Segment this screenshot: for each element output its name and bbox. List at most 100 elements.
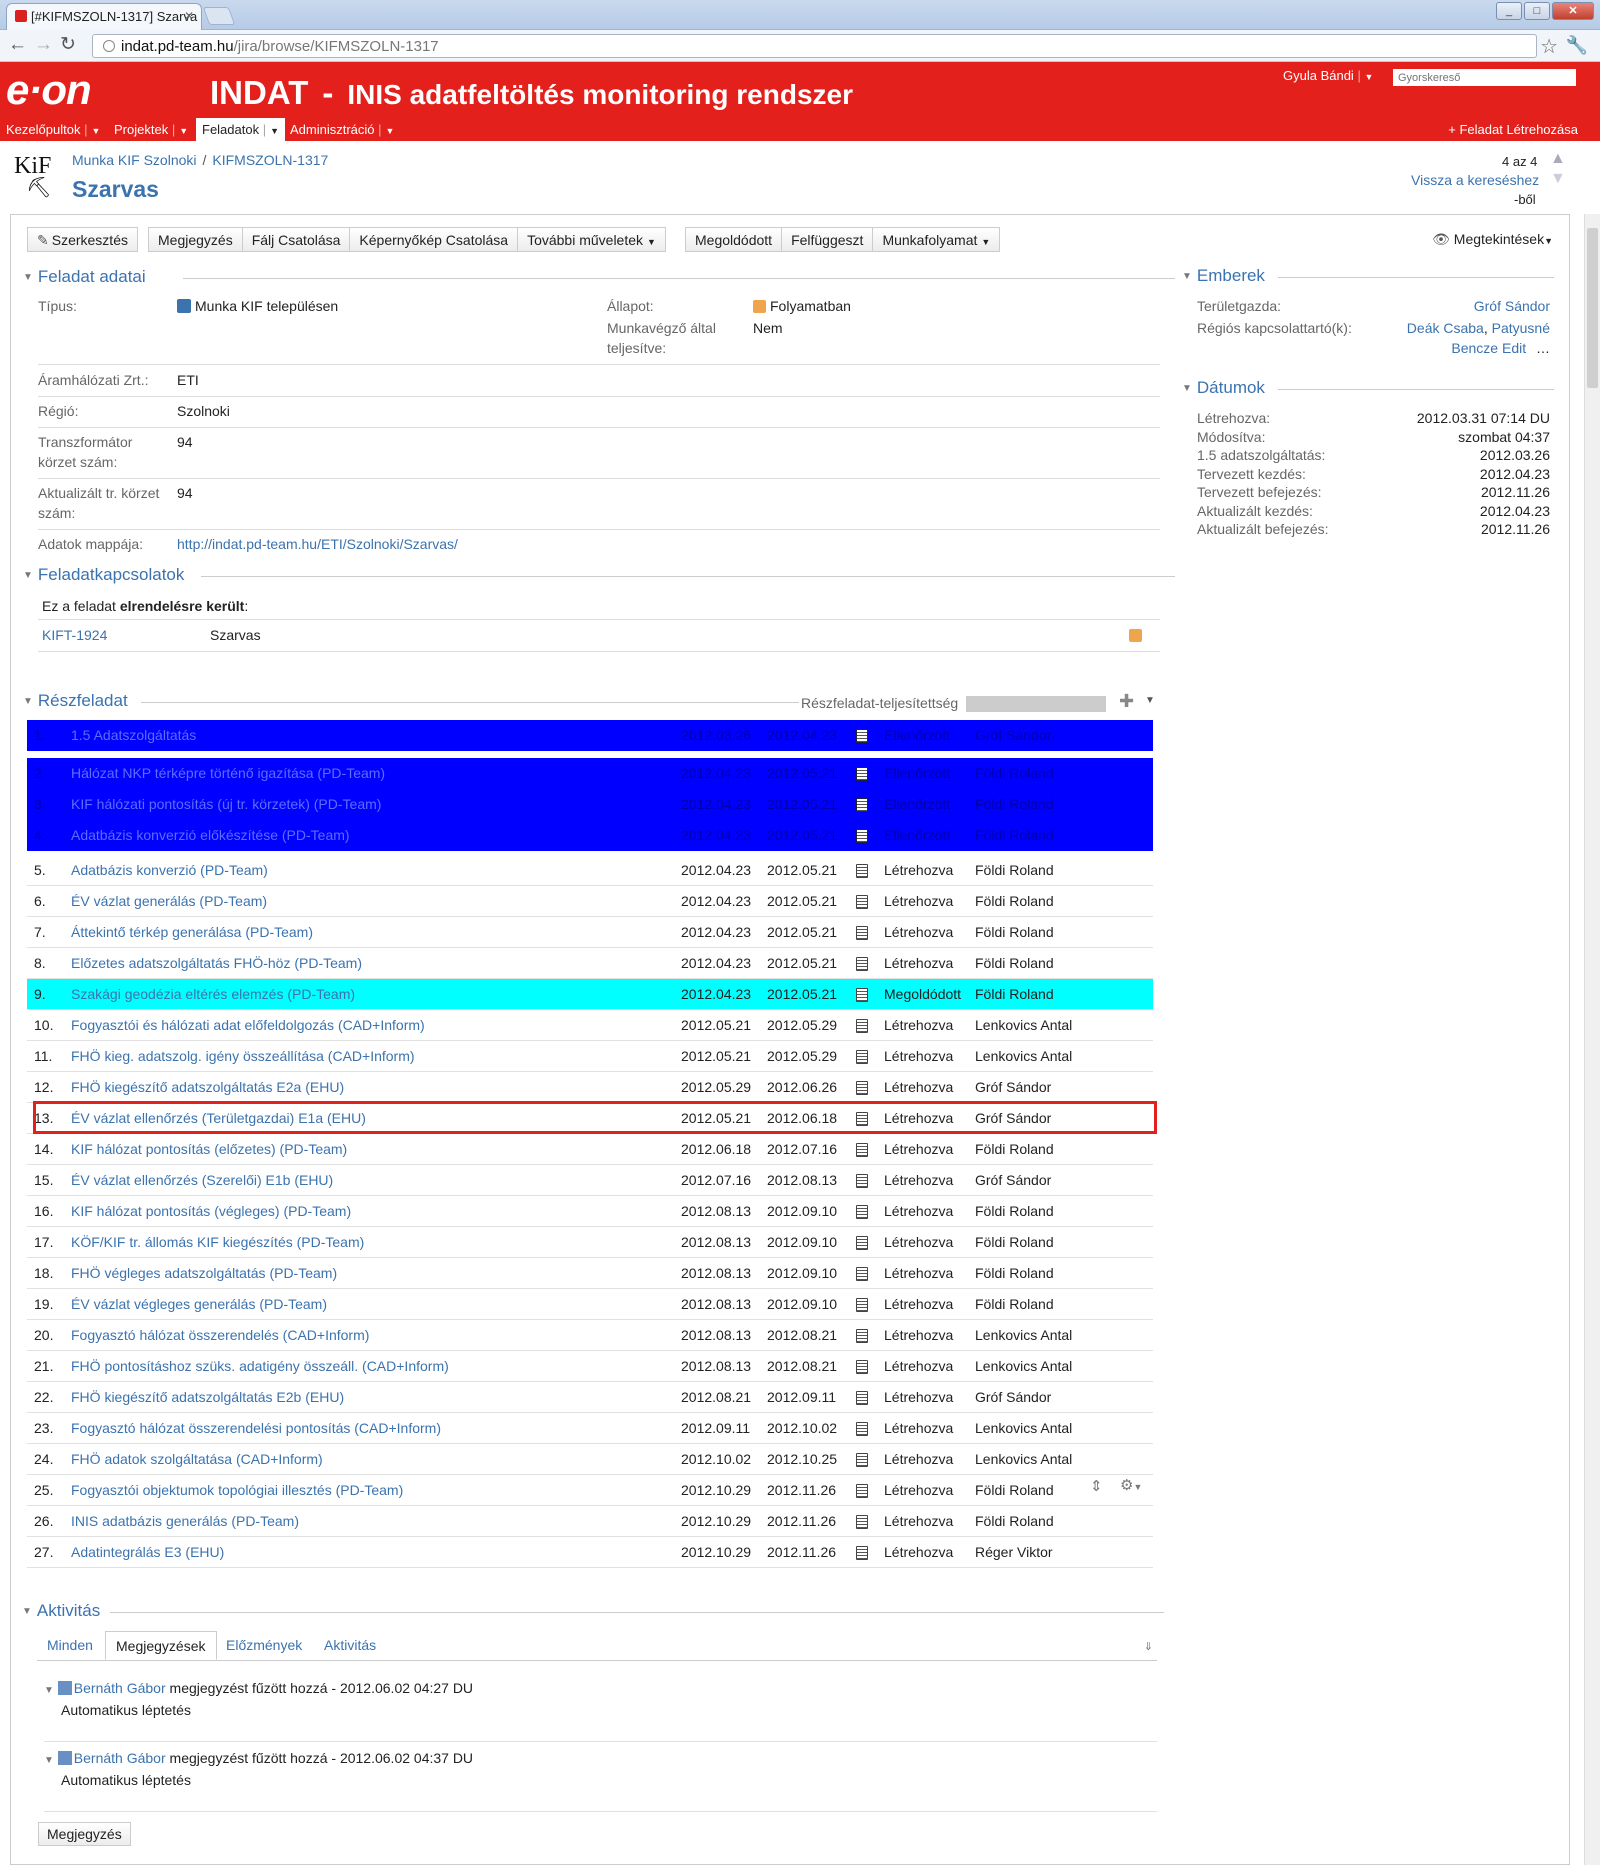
subtask-summary-link[interactable]: KÖF/KIF tr. állomás KIF kiegészítés (PD-…	[71, 1234, 364, 1250]
subtask-summary-link[interactable]: Fogyasztói objektumok topológiai illeszt…	[71, 1482, 403, 1498]
subtask-summary-link[interactable]: Adatintegrálás E3 (EHU)	[71, 1544, 224, 1560]
subtask-row[interactable]: 21. FHÖ pontosításhoz szüks. adatigény ös…	[27, 1351, 1153, 1382]
subtask-summary-link[interactable]: ÉV vázlat ellenőrzés (Szerelői) E1b (EHU…	[71, 1172, 333, 1188]
workflow-button[interactable]: Munkafolyamat ▼	[873, 227, 1001, 252]
breadcrumb-project[interactable]: Munka KIF Szolnoki	[72, 152, 197, 168]
tab-history[interactable]: Előzmények	[216, 1631, 312, 1660]
subtask-row[interactable]: 17. KÖF/KIF tr. állomás KIF kiegészítés (…	[27, 1227, 1153, 1258]
comment-author[interactable]: Bernáth Gábor	[74, 1680, 166, 1696]
subtask-summary-link[interactable]: Fogyasztói és hálózati adat előfeldolgoz…	[71, 1017, 425, 1033]
subtask-row[interactable]: 3. KIF hálózati pontosítás (új tr. körzet…	[27, 789, 1153, 820]
subtask-row[interactable]: 27. Adatintegrálás E3 (EHU) 2012.10.29 2012…	[27, 1537, 1153, 1568]
subtask-summary-link[interactable]: Áttekintő térkép generálása (PD-Team)	[71, 924, 313, 940]
subtask-row[interactable]: 1. 1.5 Adatszolgáltatás 2012.03.26 2012.04.…	[27, 720, 1153, 751]
subtask-summary-link[interactable]: Adatbázis konverzió előkészítése (PD-Tea…	[71, 827, 350, 843]
dates-module-heading[interactable]: ▼ Dátumok	[1182, 378, 1554, 400]
subtask-row[interactable]: 5. Adatbázis konverzió (PD-Team) 2012.04.2…	[27, 855, 1153, 886]
project-avatar[interactable]: KiF ⛏	[14, 154, 60, 203]
subtask-row[interactable]: 22. FHÖ kiegészítő adatszolgáltatás E2b (…	[27, 1382, 1153, 1413]
reload-icon[interactable]: ↻	[60, 35, 76, 55]
activity-module-heading[interactable]: ▼ Aktivitás	[22, 1601, 1164, 1623]
subtask-row[interactable]: 15. ÉV vázlat ellenőrzés (Szerelői) E1b (…	[27, 1165, 1153, 1196]
resolve-button[interactable]: Megoldódott	[685, 227, 783, 252]
subtask-summary-link[interactable]: FHÖ végleges adatszolgáltatás (PD-Team)	[71, 1265, 337, 1281]
subtask-row[interactable]: 8. Előzetes adatszolgáltatás FHÖ-höz (PD-…	[27, 948, 1153, 979]
subtask-row[interactable]: 20. Fogyasztó hálózat összerendelés (CAD+…	[27, 1320, 1153, 1351]
maximize-icon[interactable]: □	[1524, 2, 1550, 20]
url-input[interactable]: indat.pd-team.hu/jira/browse/KIFMSZOLN-1…	[92, 34, 1537, 58]
subtask-summary-link[interactable]: Fogyasztó hálózat összerendelés (CAD+Inf…	[71, 1327, 369, 1343]
browser-tab[interactable]: [#KIFMSZOLN-1317] Szarva ✕	[6, 3, 202, 30]
next-issue-icon[interactable]: ▼	[1550, 170, 1566, 188]
subtask-row[interactable]: 18. FHÖ végleges adatszolgáltatás (PD-Tea…	[27, 1258, 1153, 1289]
new-tab-button[interactable]	[202, 7, 236, 25]
subtask-row[interactable]: 16. KIF hálózat pontosítás (végleges) (PD…	[27, 1196, 1153, 1227]
tab-activity[interactable]: Aktivitás	[314, 1631, 386, 1660]
regional-contact-3[interactable]: Bencze Edit	[1451, 340, 1526, 356]
bookmark-star-icon[interactable]: ☆	[1540, 34, 1558, 59]
close-window-icon[interactable]: ✕	[1552, 2, 1594, 20]
eon-logo[interactable]: e·on	[6, 66, 92, 114]
attach-file-button[interactable]: Fálj Csatolása	[242, 227, 351, 252]
collapse-icon[interactable]: ▼	[44, 1685, 54, 1696]
details-module-heading[interactable]: ▼ Feladat adatai	[23, 267, 1175, 289]
issue-summary[interactable]: Szarvas	[72, 176, 159, 203]
reorder-icon[interactable]: ⇕	[1090, 1477, 1103, 1495]
subtask-summary-link[interactable]: Hálózat NKP térképre történő igazítása (…	[71, 765, 385, 781]
subtask-options-chevron-icon[interactable]: ▼	[1145, 695, 1155, 706]
regional-contact-1[interactable]: Deák Csaba	[1407, 320, 1484, 336]
subtask-row[interactable]: 9. Szakági geodézia eltérés elemzés (PD-T…	[27, 979, 1153, 1010]
subtask-summary-link[interactable]: KIF hálózat pontosítás (előzetes) (PD-Te…	[71, 1141, 347, 1157]
subtask-summary-link[interactable]: 1.5 Adatszolgáltatás	[71, 727, 196, 743]
subtask-row[interactable]: 2. Hálózat NKP térképre történő igazítása…	[27, 758, 1153, 789]
user-menu[interactable]: Gyula Bándi | ▼	[1283, 68, 1373, 83]
subtask-row[interactable]: 11. FHÖ kieg. adatszolg. igény összeállít…	[27, 1041, 1153, 1072]
subtask-row[interactable]: 25. Fogyasztói objektumok topológiai ille…	[27, 1475, 1153, 1506]
subtask-row[interactable]: 12. FHÖ kiegészítő adatszolgáltatás E2a (…	[27, 1072, 1153, 1103]
subtask-summary-link[interactable]: INIS adatbázis generálás (PD-Team)	[71, 1513, 299, 1529]
edit-button[interactable]: ✎ Szerkesztés	[27, 227, 138, 252]
subtask-summary-link[interactable]: FHÖ kieg. adatszolg. igény összeállítása…	[71, 1048, 415, 1064]
back-to-search-link[interactable]: Vissza a kereséshez	[1411, 172, 1539, 188]
subtask-row[interactable]: 10. Fogyasztói és hálózati adat előfeldol…	[27, 1010, 1153, 1041]
quick-search-input[interactable]	[1393, 69, 1576, 86]
subtask-row[interactable]: 26. INIS adatbázis generálás (PD-Team) 201…	[27, 1506, 1153, 1537]
tab-all[interactable]: Minden	[37, 1631, 103, 1660]
previous-issue-icon[interactable]: ▲	[1550, 150, 1566, 168]
subtask-summary-link[interactable]: FHÖ kiegészítő adatszolgáltatás E2b (EHU…	[71, 1389, 344, 1405]
subtask-row[interactable]: 4. Adatbázis konverzió előkészítése (PD-T…	[27, 820, 1153, 851]
sort-order-icon[interactable]: ⇓	[1144, 1640, 1153, 1653]
collapse-icon[interactable]: ▼	[44, 1755, 54, 1766]
subtask-summary-link[interactable]: KIF hálózat pontosítás (végleges) (PD-Te…	[71, 1203, 351, 1219]
add-comment-button[interactable]: Megjegyzés	[38, 1822, 131, 1846]
subtask-summary-link[interactable]: FHÖ adatok szolgáltatása (CAD+Inform)	[71, 1451, 323, 1467]
comment-button[interactable]: Megjegyzés	[148, 227, 243, 252]
subtask-summary-link[interactable]: ÉV vázlat generálás (PD-Team)	[71, 893, 267, 909]
subtask-row[interactable]: 24. FHÖ adatok szolgáltatása (CAD+Inform)…	[27, 1444, 1153, 1475]
more-actions-button[interactable]: További műveletek ▼	[518, 227, 666, 252]
subtask-summary-link[interactable]: Adatbázis konverzió (PD-Team)	[71, 862, 268, 878]
regional-contact-2[interactable]: Patyusné	[1492, 320, 1550, 336]
subtask-row[interactable]: 6. ÉV vázlat generálás (PD-Team) 2012.04.2…	[27, 886, 1153, 917]
back-arrow-icon[interactable]: ←	[8, 35, 27, 55]
links-module-heading[interactable]: ▼ Feladatkapcsolatok	[23, 565, 1175, 587]
suspend-button[interactable]: Felfüggeszt	[782, 227, 874, 252]
subtask-row[interactable]: 14. KIF hálózat pontosítás (előzetes) (PD…	[27, 1134, 1153, 1165]
minimize-icon[interactable]: _	[1496, 2, 1522, 20]
subtask-summary-link[interactable]: KIF hálózati pontosítás (új tr. körzetek…	[71, 796, 381, 812]
nav-administration[interactable]: Adminisztráció | ▼	[284, 118, 400, 141]
subtask-summary-link[interactable]: FHÖ kiegészítő adatszolgáltatás E2a (EHU…	[71, 1079, 344, 1095]
close-tab-icon[interactable]: ✕	[184, 9, 194, 23]
tab-comments[interactable]: Megjegyzések	[105, 1631, 217, 1660]
people-module-heading[interactable]: ▼ Emberek	[1182, 266, 1554, 288]
scrollbar-thumb[interactable]	[1587, 228, 1598, 388]
regional-more[interactable]: …	[1536, 340, 1550, 356]
wrench-icon[interactable]: 🔧	[1566, 35, 1588, 56]
attach-screenshot-button[interactable]: Képernyőkép Csatolása	[350, 227, 519, 252]
gear-icon[interactable]: ⚙▼	[1120, 1476, 1142, 1494]
subtask-row[interactable]: 23. Fogyasztó hálózat összerendelési pont…	[27, 1413, 1153, 1444]
subtask-summary-link[interactable]: Előzetes adatszolgáltatás FHÖ-höz (PD-Te…	[71, 955, 362, 971]
subtask-summary-link[interactable]: ÉV vázlat végleges generálás (PD-Team)	[71, 1296, 327, 1312]
subtask-row[interactable]: 7. Áttekintő térkép generálása (PD-Team) 2…	[27, 917, 1153, 948]
create-issue-link[interactable]: + Feladat Létrehozása	[1448, 122, 1578, 137]
